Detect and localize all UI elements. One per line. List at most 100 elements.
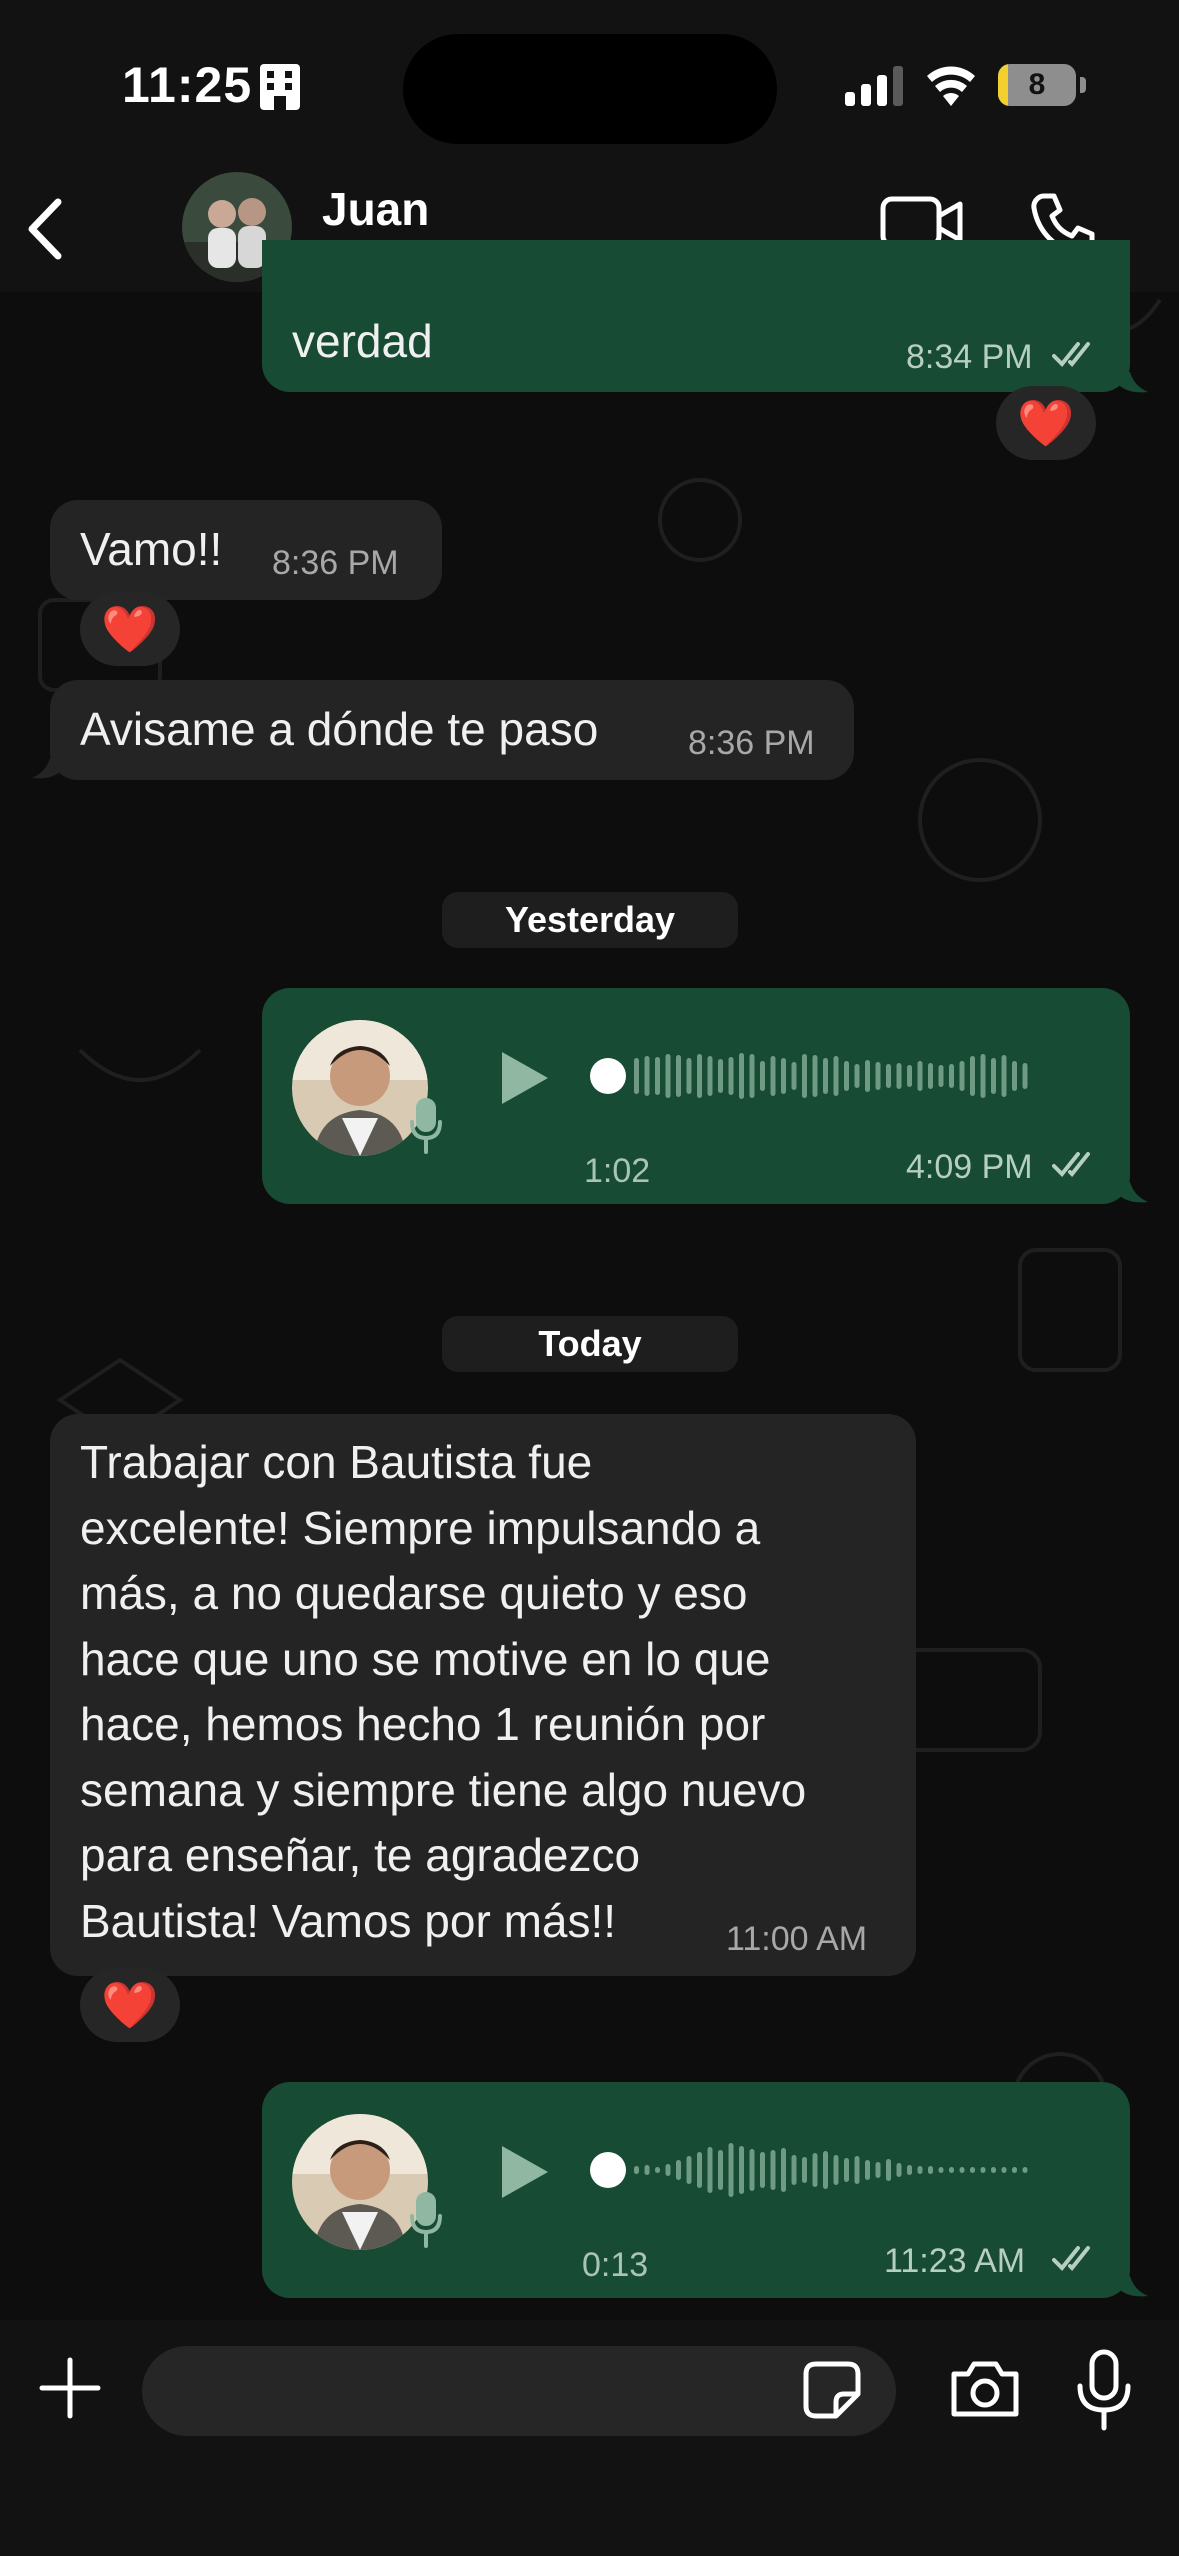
focus-mode-icon xyxy=(258,62,302,117)
battery-tip xyxy=(1080,77,1086,93)
status-bar: 11:25 8 xyxy=(0,0,1179,170)
incoming-message-bubble[interactable]: Vamo!! 8:36 PM xyxy=(50,500,442,600)
waveform-bar xyxy=(760,2152,765,2188)
playback-position-dot[interactable] xyxy=(590,1058,626,1094)
waveform-bar xyxy=(907,2165,912,2175)
heart-reaction[interactable]: ❤️ xyxy=(996,386,1096,460)
waveform-bar xyxy=(833,1056,839,1096)
message-text: Trabajar con Bautista fue excelente! Sie… xyxy=(80,1430,806,1954)
waveform-bar xyxy=(749,1054,755,1098)
waveform-bar xyxy=(739,2146,744,2194)
message-text: verdad xyxy=(292,315,433,367)
waveform-bar xyxy=(770,1056,776,1096)
waveform-bar xyxy=(875,1062,881,1090)
waveform-bar xyxy=(812,2153,818,2187)
waveform-bar xyxy=(676,2160,681,2180)
play-icon[interactable] xyxy=(496,1048,552,1113)
waveform-bar xyxy=(686,2156,692,2184)
outgoing-voice-message[interactable]: 1:02 4:09 PM xyxy=(262,988,1130,1204)
message-line: Bautista! Vamos por más!! xyxy=(80,1894,617,1947)
waveform-bar xyxy=(823,1058,828,1094)
waveform-bar xyxy=(802,2157,807,2183)
message-time: 8:36 PM xyxy=(272,544,399,582)
attach-plus-icon[interactable] xyxy=(38,2356,102,2425)
message-text: Avisame a dónde te paso xyxy=(80,703,599,755)
waveform-bar xyxy=(938,2167,944,2173)
playback-position-dot[interactable] xyxy=(590,2152,626,2188)
outgoing-voice-message[interactable]: 0:13 11:23 AM xyxy=(262,2082,1130,2298)
waveform-bar xyxy=(970,1056,975,1096)
sticker-icon[interactable] xyxy=(802,2360,862,2425)
cellular-signal-icon xyxy=(845,66,905,111)
waveform-bar xyxy=(644,2165,650,2175)
waveform-bar xyxy=(718,2150,723,2190)
message-line: semana y siempre tiene algo nuevo xyxy=(80,1763,807,1816)
voice-duration: 1:02 xyxy=(584,1152,651,1190)
waveform-bar xyxy=(991,1058,996,1094)
waveform-bar xyxy=(770,2150,776,2190)
waveform-bar xyxy=(665,2164,671,2176)
waveform-bar xyxy=(865,2160,870,2180)
outgoing-message-bubble[interactable]: verdad 8:34 PM xyxy=(262,240,1130,392)
dynamic-island xyxy=(403,34,777,144)
waveform-bar xyxy=(907,1065,912,1087)
waveform-bar xyxy=(917,1061,923,1091)
waveform-bar xyxy=(644,1056,650,1096)
waveform-bar xyxy=(791,2155,797,2185)
battery-indicator: 8 xyxy=(998,64,1076,106)
waveform-bar xyxy=(875,2162,881,2178)
date-divider: Today xyxy=(442,1316,738,1372)
microphone-icon xyxy=(408,1098,444,1159)
waveform-bar xyxy=(865,1060,870,1092)
waveform-bar xyxy=(928,2166,933,2174)
bubble-tail xyxy=(1120,372,1148,393)
waveform-bar xyxy=(938,1065,944,1087)
audio-waveform[interactable] xyxy=(590,2140,1050,2205)
waveform-bar xyxy=(676,1055,681,1097)
waveform-bar xyxy=(823,2151,828,2189)
message-line: hace, hemos hecho 1 reunión por xyxy=(80,1698,766,1750)
message-time: 8:34 PM xyxy=(906,338,1033,376)
audio-waveform[interactable] xyxy=(590,1046,1050,1111)
camera-icon[interactable] xyxy=(948,2358,1022,2425)
message-line: excelente! Siempre impulsando a xyxy=(80,1501,761,1554)
waveform-bar xyxy=(655,2167,660,2173)
contact-name[interactable]: Juan xyxy=(322,182,429,236)
message-line: para enseñar, te agradezco xyxy=(80,1829,641,1881)
message-input-bar xyxy=(0,2320,1179,2556)
waveform-bar xyxy=(718,1059,723,1093)
voice-duration: 0:13 xyxy=(582,2246,649,2284)
incoming-message-bubble[interactable]: Avisame a dónde te paso 8:36 PM xyxy=(50,680,854,780)
message-text: Vamo!! xyxy=(80,523,223,575)
waveform-bar xyxy=(886,2159,891,2181)
incoming-message-bubble[interactable]: Trabajar con Bautista fue excelente! Sie… xyxy=(50,1414,916,1976)
bubble-tail xyxy=(1120,2276,1148,2297)
waveform-bar xyxy=(970,2167,975,2173)
waveform-bar xyxy=(896,1063,902,1089)
message-time: 4:09 PM xyxy=(906,1148,1033,1186)
waveform-bar xyxy=(959,2167,965,2173)
message-input[interactable] xyxy=(142,2346,896,2436)
waveform-bar xyxy=(728,2143,734,2197)
waveform-bar xyxy=(634,1058,639,1094)
waveform-bar xyxy=(980,1054,986,1098)
message-time: 8:36 PM xyxy=(688,724,815,762)
message-time: 11:00 AM xyxy=(726,1920,868,1958)
waveform-bar xyxy=(991,2167,996,2173)
read-receipt-icon xyxy=(1052,1150,1100,1185)
waveform-bar xyxy=(760,1061,765,1091)
message-time: 11:23 AM xyxy=(884,2242,1026,2280)
bubble-tail xyxy=(1120,1182,1148,1203)
read-receipt-icon xyxy=(1052,340,1100,375)
message-line: hace que uno se motive en lo que xyxy=(80,1632,771,1685)
microphone-icon[interactable] xyxy=(1074,2348,1134,2437)
play-icon[interactable] xyxy=(496,2142,552,2207)
waveform-bar xyxy=(739,1053,744,1099)
waveform-bar xyxy=(949,1064,954,1088)
heart-reaction[interactable]: ❤️ xyxy=(80,592,180,666)
waveform-bar xyxy=(686,1058,692,1094)
heart-reaction[interactable]: ❤️ xyxy=(80,1968,180,2042)
waveform-bar xyxy=(697,1054,702,1098)
back-chevron-icon[interactable] xyxy=(20,194,70,269)
waveform-bar xyxy=(833,2155,839,2185)
